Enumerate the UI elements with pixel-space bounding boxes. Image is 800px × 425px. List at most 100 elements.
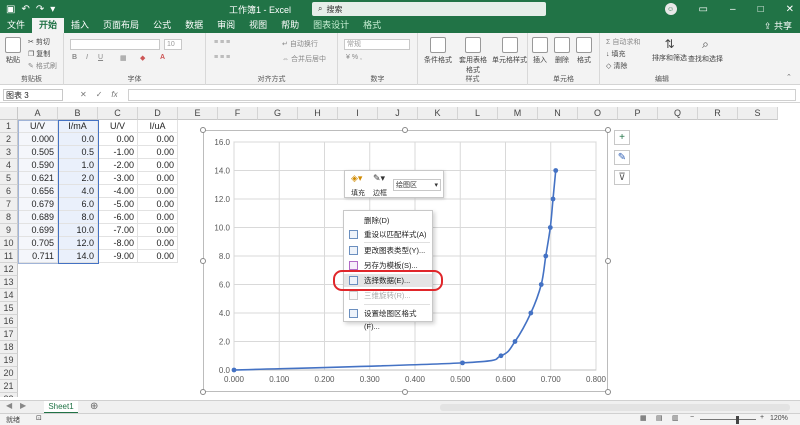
resize-handle-bottom-right[interactable] [605, 389, 611, 395]
table-cell[interactable]: 8.0 [58, 211, 98, 224]
cancel-icon[interactable]: ✕ [80, 90, 87, 99]
column-header-h[interactable]: H [298, 107, 338, 120]
table-cell[interactable]: -7.00 [98, 224, 138, 237]
header-cell[interactable]: I/mA [58, 120, 98, 133]
tab-view[interactable]: 视图 [242, 18, 274, 33]
copy-button[interactable]: ❐ 复制 [28, 49, 50, 59]
scroll-left-icon[interactable]: ◀ [6, 401, 12, 410]
fill-button[interactable]: ↓ 填充 [606, 49, 626, 59]
table-cell[interactable]: 0.621 [18, 172, 58, 185]
tab-format[interactable]: 格式 [356, 18, 388, 33]
zoom-slider-thumb[interactable] [736, 416, 739, 424]
table-cell[interactable]: 0.656 [18, 185, 58, 198]
close-icon[interactable]: ✕ [786, 4, 794, 15]
fill-bucket-icon[interactable]: ◈▾ [351, 173, 362, 184]
page-break-view-icon[interactable]: ▥ [672, 414, 679, 422]
table-cell[interactable]: 1.0 [58, 159, 98, 172]
fill-label[interactable]: 填充 [351, 188, 365, 198]
table-cell[interactable]: 0.711 [18, 250, 58, 263]
row-header[interactable]: 10 [0, 237, 18, 250]
column-header-o[interactable]: O [578, 107, 618, 120]
column-header-m[interactable]: M [498, 107, 538, 120]
column-header-f[interactable]: F [218, 107, 258, 120]
column-header-k[interactable]: K [418, 107, 458, 120]
row-header[interactable]: 17 [0, 328, 18, 341]
select-all-corner[interactable] [0, 107, 18, 120]
row-header[interactable]: 12 [0, 263, 18, 276]
tab-review[interactable]: 审阅 [210, 18, 242, 33]
wrap-text-button[interactable]: ↵ 自动换行 [282, 39, 318, 49]
table-cell[interactable]: 0.0 [58, 133, 98, 146]
cut-button[interactable]: ✂ 剪切 [28, 37, 50, 47]
column-header-a[interactable]: A [18, 107, 58, 120]
row-header[interactable]: 18 [0, 341, 18, 354]
chart-styles-button[interactable]: ✎ [614, 150, 630, 165]
resize-handle-bottom-left[interactable] [200, 389, 206, 395]
header-cell[interactable]: U/V [98, 120, 138, 133]
table-cell[interactable]: 2.0 [58, 172, 98, 185]
column-header-s[interactable]: S [738, 107, 778, 120]
row-header[interactable]: 6 [0, 185, 18, 198]
resize-handle-top-left[interactable] [200, 127, 206, 133]
currency-icon[interactable]: ¥ % , [346, 54, 362, 61]
table-cell[interactable]: 0.00 [98, 133, 138, 146]
row-header[interactable]: 4 [0, 159, 18, 172]
tab-file[interactable]: 文件 [0, 18, 32, 33]
column-header-p[interactable]: P [618, 107, 658, 120]
menu-item-reset-style[interactable]: 重设以匹配样式(A) [344, 228, 432, 241]
font-size-select[interactable]: 10 [164, 39, 182, 50]
sort-filter-button[interactable]: ⇅ 排序和筛选 [652, 37, 687, 63]
menu-item-format-plot-area[interactable]: 设置绘图区格式(F)... [344, 307, 432, 331]
row-header[interactable]: 20 [0, 367, 18, 380]
column-header-e[interactable]: E [178, 107, 218, 120]
tab-data[interactable]: 数据 [178, 18, 210, 33]
resize-handle-top[interactable] [402, 127, 408, 133]
table-cell[interactable]: 0.5 [58, 146, 98, 159]
enter-icon[interactable]: ✓ [96, 90, 103, 99]
merge-center-button[interactable]: ⇔ 合并后居中 [282, 54, 326, 64]
border-pen-icon[interactable]: ✎▾ [373, 173, 385, 184]
page-layout-view-icon[interactable]: ▤ [656, 414, 663, 422]
delete-cells-button[interactable]: 删除 [554, 37, 570, 65]
tab-formulas[interactable]: 公式 [146, 18, 178, 33]
cell-styles-button[interactable]: 单元格样式 [492, 37, 527, 65]
header-cell[interactable]: I/uA [138, 120, 178, 133]
format-as-table-button[interactable]: 套用表格格式 [458, 37, 488, 75]
customize-qat-icon[interactable]: ▾ [50, 4, 55, 15]
column-header-n[interactable]: N [538, 107, 578, 120]
row-header[interactable]: 9 [0, 224, 18, 237]
table-cell[interactable]: -6.00 [98, 211, 138, 224]
resize-handle-right[interactable] [605, 258, 611, 264]
table-cell[interactable]: 10.0 [58, 224, 98, 237]
chart-elements-button[interactable]: + [614, 130, 630, 145]
column-header-b[interactable]: B [58, 107, 98, 120]
insert-cells-button[interactable]: 插入 [532, 37, 548, 65]
table-cell[interactable]: -1.00 [98, 146, 138, 159]
paste-button[interactable]: 粘贴 [5, 37, 21, 65]
border-icon[interactable]: ▦ [120, 54, 127, 62]
table-cell[interactable]: 6.0 [58, 198, 98, 211]
row-header[interactable]: 5 [0, 172, 18, 185]
row-header[interactable]: 13 [0, 276, 18, 289]
row-header[interactable]: 2 [0, 133, 18, 146]
resize-handle-bottom[interactable] [402, 389, 408, 395]
save-icon[interactable]: ▣ [6, 4, 15, 15]
table-cell[interactable]: 12.0 [58, 237, 98, 250]
font-name-select[interactable] [70, 39, 160, 50]
collapse-ribbon-icon[interactable]: ⌃ [786, 73, 792, 81]
insert-function-icon[interactable]: fx [111, 90, 117, 99]
table-cell[interactable]: 0.00 [138, 224, 178, 237]
table-cell[interactable]: 0.689 [18, 211, 58, 224]
ribbon-display-icon[interactable]: ▭ [699, 4, 708, 15]
chart-filters-button[interactable]: ⊽ [614, 170, 630, 185]
table-cell[interactable]: -8.00 [98, 237, 138, 250]
share-button[interactable]: ⇪ 共享 [764, 19, 792, 32]
column-header-c[interactable]: C [98, 107, 138, 120]
table-cell[interactable]: 0.679 [18, 198, 58, 211]
column-header-i[interactable]: I [338, 107, 378, 120]
underline-button[interactable]: U [98, 54, 103, 61]
name-box[interactable]: 图表 3 [3, 89, 63, 101]
zoom-level[interactable]: 120% [770, 415, 788, 422]
clear-button[interactable]: ◇ 清除 [606, 61, 627, 71]
fill-color-icon[interactable]: ◆ [140, 54, 145, 62]
